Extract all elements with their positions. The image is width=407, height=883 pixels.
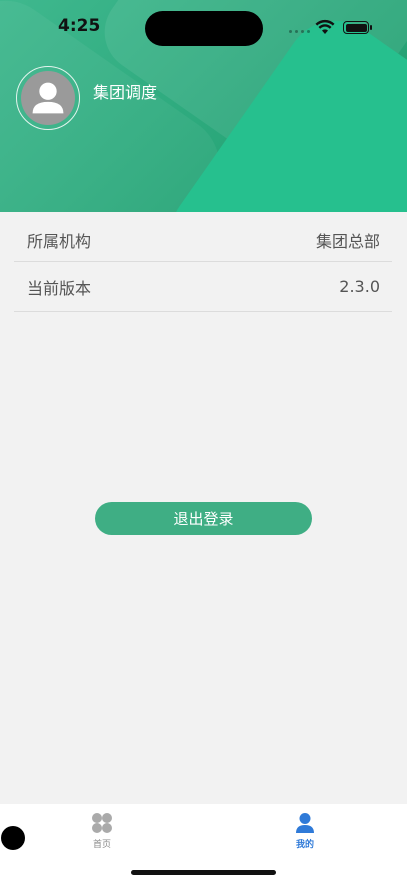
dynamic-island [145,11,263,46]
info-row-value: 2.3.0 [339,277,380,296]
tab-label: 首页 [92,840,111,850]
home-indicator [131,870,276,875]
tab-label: 我的 [295,840,314,850]
user-icon [296,813,314,833]
user-name: 集团调度 [93,83,158,102]
battery-icon [343,21,372,34]
user-avatar-icon [32,82,64,114]
signal-icon [289,30,311,34]
status-time: 4:25 [58,16,101,36]
floating-assist-button[interactable] [1,826,25,850]
info-row-organization: 所属机构 集团总部 [14,218,392,262]
info-row-label: 所属机构 [27,231,92,251]
grid-icon [92,813,112,833]
wifi-icon [315,19,335,34]
tab-home[interactable]: 首页 [72,812,132,850]
avatar[interactable] [16,66,80,130]
logout-button[interactable]: 退出登录 [95,502,312,535]
tab-mine[interactable]: 我的 [275,812,335,850]
info-row-value: 集团总部 [315,231,380,251]
info-row-label: 当前版本 [27,278,92,298]
info-row-version: 当前版本 2.3.0 [14,262,392,312]
